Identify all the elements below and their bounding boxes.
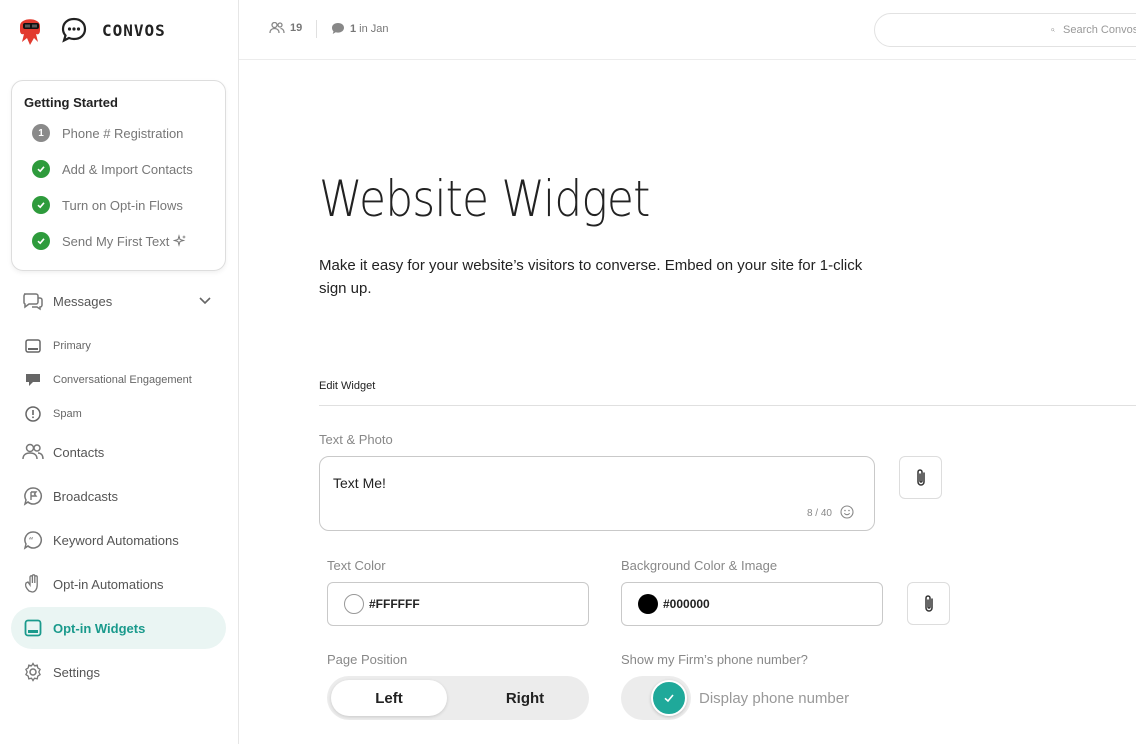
- display-phone-label: Display phone number: [699, 689, 850, 707]
- attach-bg-image-button[interactable]: [907, 582, 950, 625]
- sub-nav-label: Primary: [53, 340, 91, 352]
- nav-optin-widgets[interactable]: Opt-in Widgets: [11, 607, 226, 649]
- messages-count: 1: [350, 22, 357, 35]
- bg-color-input[interactable]: #000000: [621, 582, 883, 626]
- nav-label: Opt-in Automations: [53, 576, 164, 592]
- nav-keyword-automations[interactable]: “ Keyword Automations: [11, 519, 226, 561]
- bg-color-value: #000000: [663, 597, 710, 611]
- check-circle-icon: [32, 232, 50, 250]
- search-input[interactable]: [1063, 24, 1136, 36]
- widget-icon: [22, 617, 44, 639]
- nav-label: Broadcasts: [53, 488, 119, 504]
- nav-label: Settings: [53, 664, 100, 680]
- chevron-down-icon[interactable]: [198, 293, 212, 307]
- nav-contacts[interactable]: Contacts: [11, 431, 226, 473]
- messages-suffix: in Jan: [359, 22, 389, 35]
- gs-item-label: Phone # Registration: [62, 125, 184, 141]
- broadcast-icon: [22, 485, 44, 507]
- getting-started-title: Getting Started: [24, 95, 118, 110]
- check-circle-icon: [32, 196, 50, 214]
- users-icon: [269, 22, 285, 34]
- text-photo-label: Text & Photo: [319, 432, 393, 447]
- white-swatch[interactable]: [344, 594, 364, 614]
- nav-messages[interactable]: Messages: [11, 280, 226, 322]
- widget-text-value: Text Me!: [333, 475, 386, 491]
- sparkle-icon: [173, 234, 187, 247]
- contacts-icon: [22, 441, 44, 463]
- gs-item-optin-flows[interactable]: Turn on Opt-in Flows: [32, 195, 183, 215]
- text-color-label: Text Color: [327, 558, 386, 573]
- display-phone-toggle-row: Display phone number: [621, 676, 883, 720]
- gs-item-first-text[interactable]: Send My First Text: [32, 231, 187, 251]
- emoji-icon[interactable]: [840, 505, 854, 519]
- gs-item-label: Add & Import Contacts: [62, 161, 193, 177]
- engagement-chat-icon: [24, 371, 42, 389]
- toggle-knob: [651, 680, 687, 716]
- messages-icon: [22, 290, 44, 312]
- gs-item-add-contacts[interactable]: Add & Import Contacts: [32, 159, 193, 179]
- text-color-value: #FFFFFF: [369, 597, 420, 611]
- sub-nav-primary[interactable]: Primary: [11, 331, 226, 361]
- top-bar: 19 1 in Jan: [239, 0, 1136, 60]
- page-position-toggle: Left Right: [327, 676, 589, 720]
- page-title: Website Widget: [319, 170, 650, 228]
- position-right-option[interactable]: Right: [467, 680, 583, 716]
- char-counter: 8 / 40: [806, 508, 832, 519]
- sub-nav-conversational[interactable]: Conversational Engagement: [11, 365, 226, 395]
- brand[interactable]: CONVOS: [12, 12, 166, 48]
- sub-nav-label: Spam: [53, 408, 82, 420]
- tab-edit-widget[interactable]: Edit Widget: [319, 380, 375, 392]
- black-swatch[interactable]: [638, 594, 658, 614]
- display-phone-toggle[interactable]: [621, 676, 691, 720]
- top-divider: [316, 20, 317, 38]
- gs-item-label: Send My First Text: [62, 233, 170, 249]
- phone-number-label: Show my Firm’s phone number?: [621, 652, 808, 667]
- gs-item-label: Turn on Opt-in Flows: [62, 197, 183, 213]
- nav-label: Opt-in Widgets: [53, 620, 146, 636]
- gs-item-phone-registration[interactable]: 1 Phone # Registration: [32, 123, 183, 143]
- nav-optin-automations[interactable]: Opt-in Automations: [11, 563, 226, 605]
- sub-nav-label: Conversational Engagement: [53, 374, 192, 386]
- tab-divider: [319, 405, 1136, 406]
- widget-text-field[interactable]: Text Me! 8 / 40: [319, 456, 875, 531]
- sidebar: CONVOS Getting Started 1 Phone # Registr…: [0, 0, 239, 744]
- app-name: CONVOS: [102, 20, 166, 40]
- chat-bubble-icon: [61, 17, 87, 43]
- position-left-option[interactable]: Left: [331, 680, 447, 716]
- nav-label: Contacts: [53, 444, 105, 460]
- search-icon: [1051, 28, 1055, 32]
- alert-circle-icon: [24, 405, 42, 423]
- step-number-badge: 1: [32, 124, 50, 142]
- speech-bubble-icon: [332, 23, 344, 34]
- paperclip-icon: [924, 594, 933, 612]
- wave-hand-icon: [22, 573, 44, 595]
- check-circle-icon: [32, 160, 50, 178]
- inbox-icon: [24, 337, 42, 355]
- attach-photo-button[interactable]: [899, 456, 942, 499]
- app-root: CONVOS Getting Started 1 Phone # Registr…: [0, 0, 1136, 744]
- messages-stat[interactable]: 1 in Jan: [331, 22, 388, 35]
- gear-icon: [22, 661, 44, 683]
- page-description: Make it easy for your website’s visitors…: [319, 257, 863, 297]
- svg-text:“: “: [29, 536, 34, 547]
- nav-label: Messages: [53, 293, 113, 309]
- quote-bubble-icon: “: [22, 529, 44, 551]
- nav-broadcasts[interactable]: Broadcasts: [11, 475, 226, 517]
- octopus-logo-icon: [20, 19, 40, 45]
- search-bar[interactable]: [874, 13, 1136, 47]
- contacts-stat[interactable]: 19: [269, 22, 302, 34]
- page-position-label: Page Position: [327, 652, 408, 667]
- bg-color-label: Background Color & Image: [621, 558, 778, 573]
- checkmark-icon: [664, 694, 674, 703]
- nav-label: Keyword Automations: [53, 532, 179, 548]
- nav-settings[interactable]: Settings: [11, 651, 226, 693]
- paperclip-icon: [916, 468, 925, 486]
- contacts-count: 19: [290, 22, 303, 34]
- sub-nav-spam[interactable]: Spam: [11, 399, 226, 429]
- getting-started-card: Getting Started 1 Phone # Registration A…: [11, 80, 226, 271]
- text-color-input[interactable]: #FFFFFF: [327, 582, 589, 626]
